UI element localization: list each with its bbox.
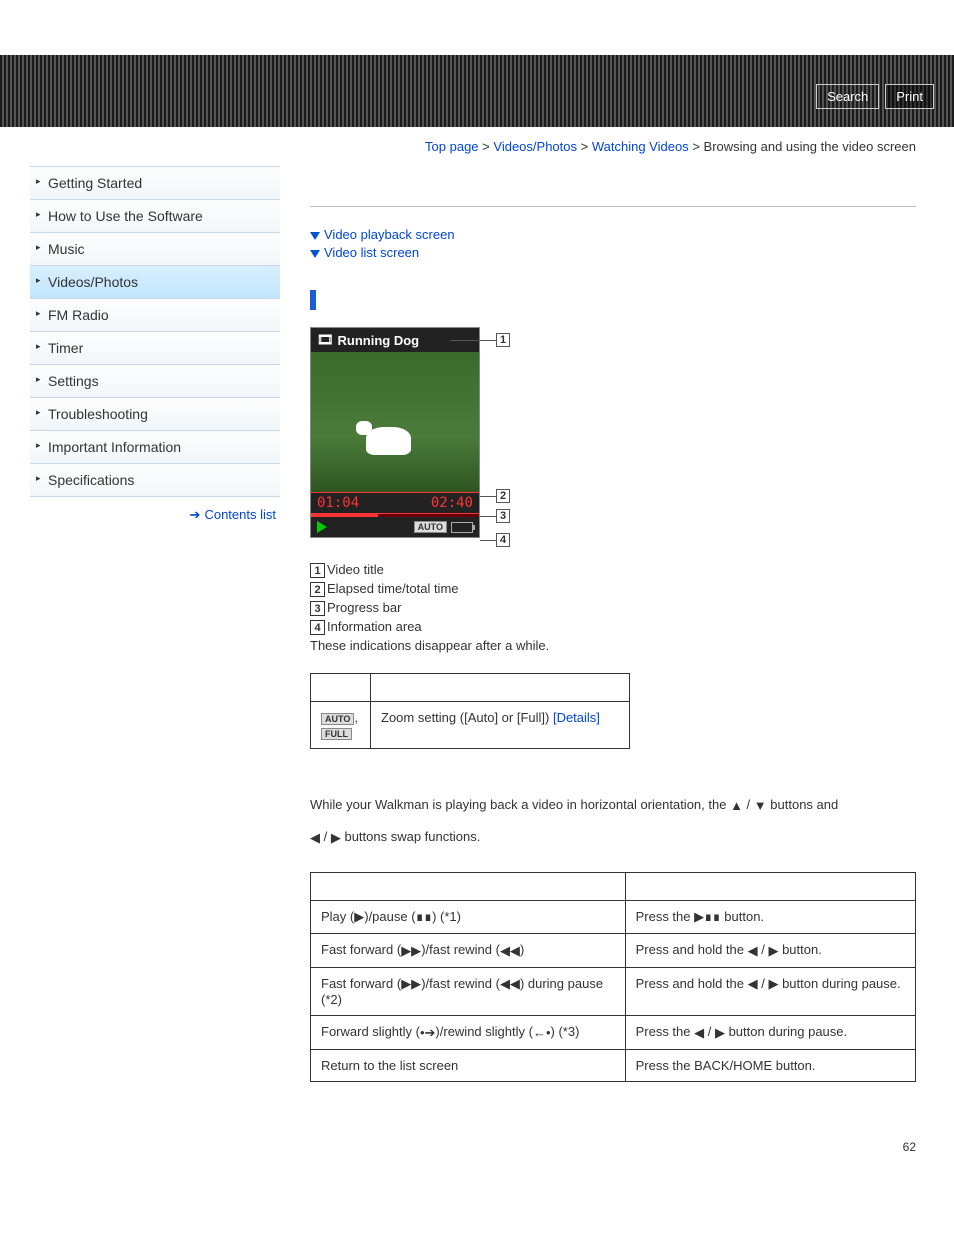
nav-fm-radio[interactable]: FM Radio (30, 299, 280, 332)
callout-1: 1 (496, 333, 510, 347)
zoom-details-link[interactable]: [Details] (553, 710, 600, 725)
triangle-down-icon (310, 232, 320, 240)
op3-a: Fast forward ( (321, 976, 401, 991)
op2-a: Fast forward ( (321, 942, 401, 957)
zoom-desc: Zoom setting ([Auto] or [Full]) (381, 710, 553, 725)
breadcrumb: Top page > Videos/Photos > Watching Vide… (0, 127, 954, 166)
nav-how-to-use[interactable]: How to Use the Software (30, 200, 280, 233)
nav-timer[interactable]: Timer (30, 332, 280, 365)
dog-graphic (366, 427, 411, 455)
elapsed-time: 01:04 (317, 495, 359, 511)
right-icon: ▶ (715, 1025, 725, 1041)
triangle-down-icon (310, 250, 320, 258)
op4-a: Forward slightly ( (321, 1024, 420, 1039)
anchor-playback-screen[interactable]: Video playback screen (324, 227, 455, 242)
main-content: Video playback screen Video list screen … (310, 166, 916, 1100)
orientation-text-3: buttons swap functions. (344, 829, 480, 844)
total-time: 02:40 (431, 495, 473, 511)
play-pause-button-icon: ▶∎∎ (694, 909, 721, 925)
arrow-right-icon: ➔ (190, 507, 201, 522)
callout-4: 4 (496, 533, 510, 547)
left-icon: ◀ (748, 943, 758, 959)
rw-icon: ◀◀ (500, 976, 520, 992)
anchor-list-screen[interactable]: Video list screen (324, 245, 419, 260)
page-number: 62 (0, 1140, 954, 1174)
section-marker (310, 290, 316, 310)
legend-1: Video title (327, 562, 384, 577)
ff-icon: ▶▶ (401, 943, 421, 959)
right-icon: ▶ (768, 943, 778, 959)
op1-d: Press the (636, 909, 695, 924)
sidebar: Getting Started How to Use the Software … (30, 166, 280, 1100)
rw-icon: ◀◀ (500, 943, 520, 959)
crumb-sub[interactable]: Watching Videos (592, 139, 689, 154)
legend-3: Progress bar (327, 600, 401, 615)
crumb-current: Browsing and using the video screen (704, 139, 916, 154)
contents-list-link[interactable]: Contents list (204, 507, 276, 522)
full-badge-cell: FULL (321, 728, 352, 740)
op1-c: ) (*1) (432, 909, 461, 924)
print-button[interactable]: Print (885, 84, 934, 109)
op3-d: Press and hold the (636, 976, 748, 991)
search-button[interactable]: Search (816, 84, 879, 109)
auto-badge: AUTO (414, 521, 447, 533)
right-icon: ▶ (331, 822, 341, 853)
callout-3: 3 (496, 509, 510, 523)
legend-list: 1Video title 2Elapsed time/total time 3P… (310, 562, 916, 653)
operations-table: Play (▶)/pause (∎∎) (*1) Press the ▶∎∎ b… (310, 872, 916, 1082)
play-icon (317, 521, 327, 533)
battery-icon (451, 522, 473, 533)
nav-important-info[interactable]: Important Information (30, 431, 280, 464)
down-icon: ▼ (754, 790, 767, 821)
nav-getting-started[interactable]: Getting Started (30, 167, 280, 200)
zoom-table: AUTO, FULL Zoom setting ([Auto] or [Full… (310, 673, 630, 749)
op2-b: )/fast rewind ( (421, 942, 500, 957)
left-icon: ◀ (310, 822, 320, 853)
film-icon: 🎞 (317, 332, 334, 348)
orientation-text-1: While your Walkman is playing back a vid… (310, 797, 730, 812)
video-title-text: Running Dog (338, 333, 420, 348)
op5-b: Press the BACK/HOME button. (625, 1049, 915, 1081)
nav-videos-photos[interactable]: Videos/Photos (30, 266, 280, 299)
up-icon: ▲ (730, 790, 743, 821)
pause-glyph-icon: ∎∎ (416, 909, 433, 925)
callout-2: 2 (496, 489, 510, 503)
op1-a: Play ( (321, 909, 354, 924)
legend-4: Information area (327, 619, 422, 634)
op4-c: ) (*3) (551, 1024, 580, 1039)
fwd-slight-icon: •➔ (420, 1025, 435, 1041)
op4-b: )/rewind slightly ( (435, 1024, 533, 1039)
legend-2: Elapsed time/total time (327, 581, 459, 596)
op1-e: button. (721, 909, 764, 924)
op3-b: )/fast rewind ( (421, 976, 500, 991)
op2-c: ) (520, 942, 524, 957)
nav-music[interactable]: Music (30, 233, 280, 266)
crumb-top[interactable]: Top page (425, 139, 479, 154)
left-icon: ◀ (748, 976, 758, 992)
left-icon: ◀ (694, 1025, 704, 1041)
legend-note: These indications disappear after a whil… (310, 638, 916, 653)
op2-e: button. (778, 942, 821, 957)
op4-d: Press the (636, 1024, 695, 1039)
divider (310, 206, 916, 207)
op5-a: Return to the list screen (311, 1049, 626, 1081)
nav-specifications[interactable]: Specifications (30, 464, 280, 497)
nav-settings[interactable]: Settings (30, 365, 280, 398)
crumb-cat[interactable]: Videos/Photos (493, 139, 577, 154)
header-band: Search Print (0, 55, 954, 127)
op3-e: button during pause. (778, 976, 900, 991)
op4-e: button during pause. (725, 1024, 847, 1039)
right-icon: ▶ (768, 976, 778, 992)
op2-d: Press and hold the (636, 942, 748, 957)
op1-b: )/pause ( (364, 909, 415, 924)
orientation-text-2: buttons and (770, 797, 838, 812)
nav-troubleshooting[interactable]: Troubleshooting (30, 398, 280, 431)
rew-slight-icon: ←• (533, 1025, 551, 1040)
ff-icon: ▶▶ (401, 976, 421, 992)
device-screenshot: 🎞Running Dog 01:0402:40 AUTO 1 2 3 4 (310, 327, 510, 538)
auto-badge-cell: AUTO (321, 713, 354, 725)
play-glyph-icon: ▶ (354, 909, 364, 925)
